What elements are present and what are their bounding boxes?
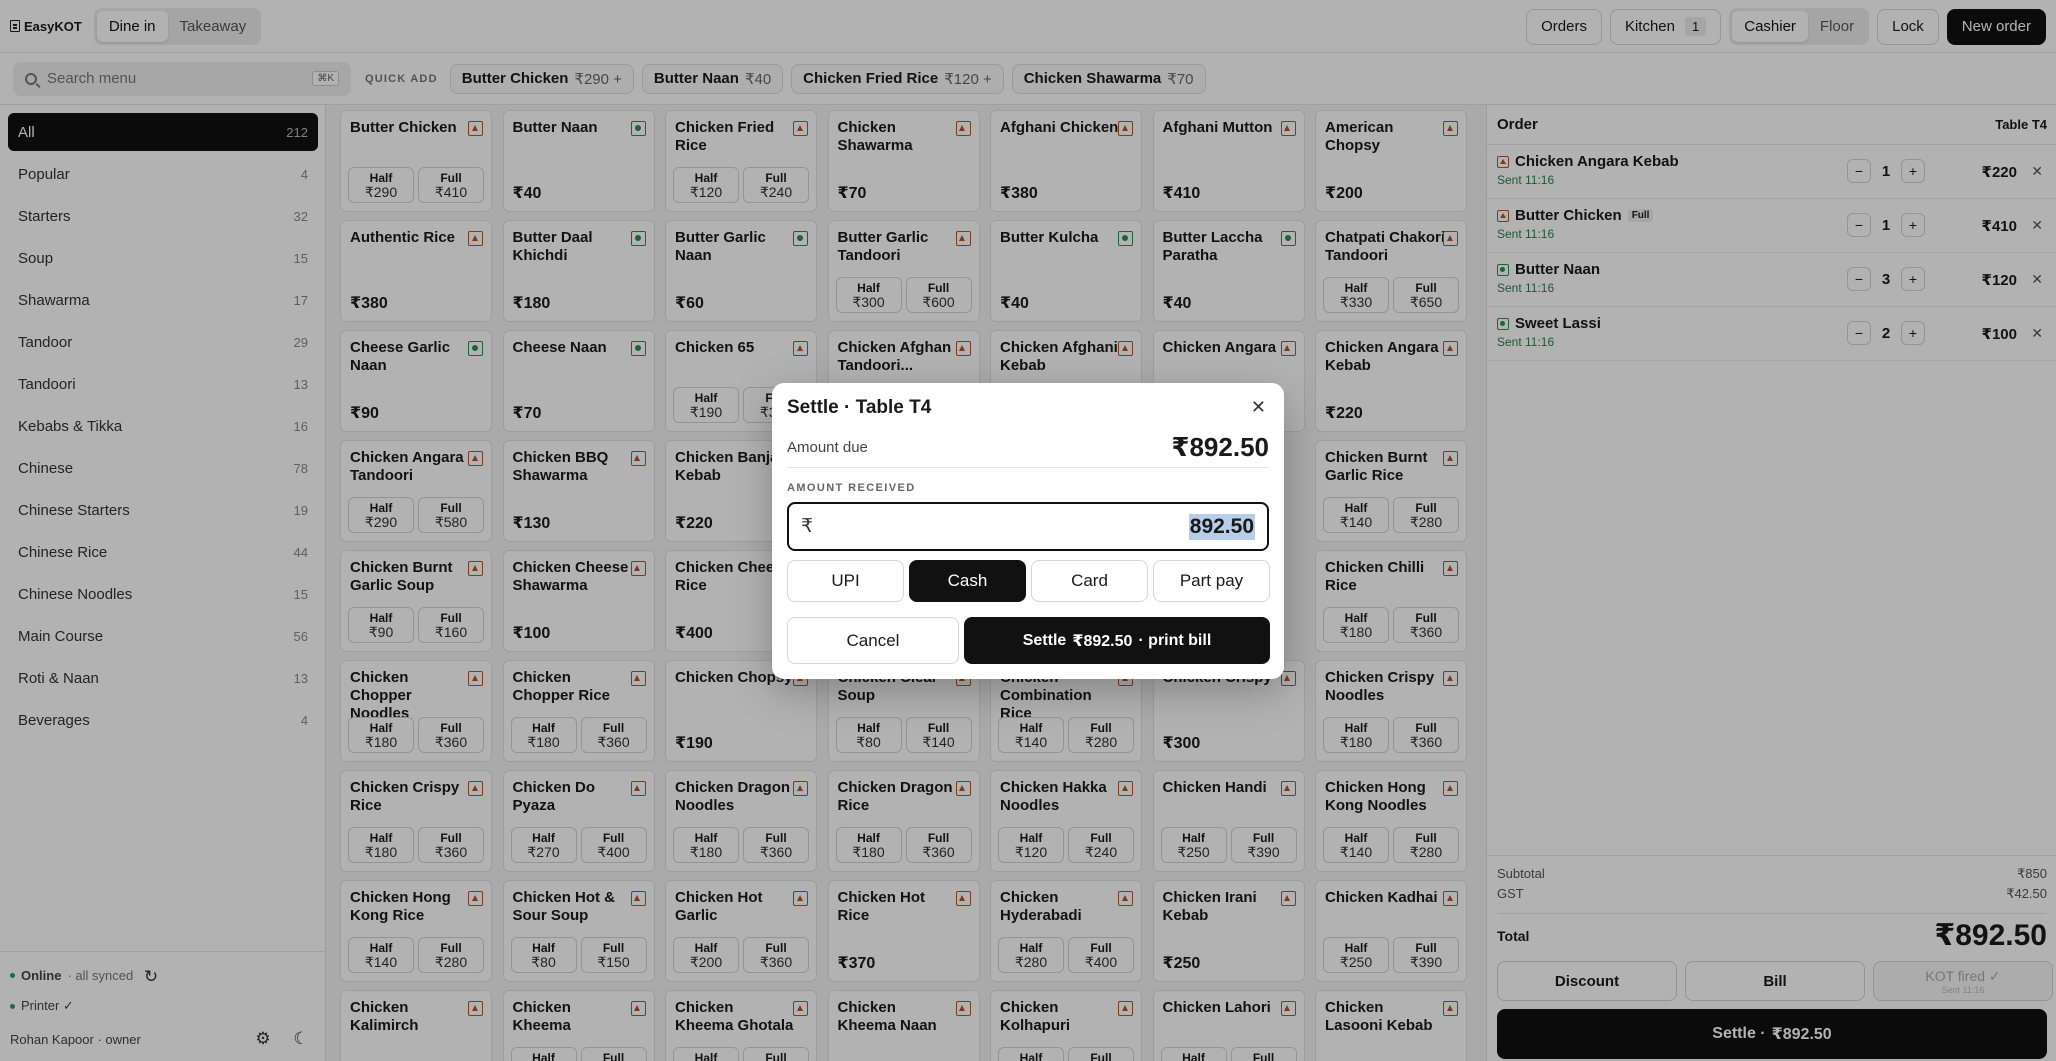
amount-due-value: ₹892.50 [1171,432,1269,462]
method-part-pay[interactable]: Part pay [1153,560,1270,602]
settle-amount: ₹892.50 [1072,632,1133,650]
amount-received-label: AMOUNT RECEIVED [787,482,916,494]
settle-print-button[interactable]: Settle ₹892.50 · print bill [964,617,1270,664]
settle-dialog: Settle · Table T4 ✕ Amount due ₹892.50 A… [772,383,1284,679]
dialog-title: Settle · Table T4 [787,397,932,418]
close-icon[interactable]: ✕ [1251,397,1266,418]
amount-received-input[interactable]: 892.50 [1188,513,1255,540]
method-upi[interactable]: UPI [787,560,904,602]
settle-suffix: · print bill [1138,631,1212,649]
amount-received-field[interactable]: ₹ 892.50 [787,502,1269,551]
rupee-icon: ₹ [801,516,814,537]
dialog-actions: Cancel Settle ₹892.50 · print bill [787,617,1270,664]
method-card[interactable]: Card [1031,560,1148,602]
amount-due-label: Amount due [787,439,868,456]
cancel-button[interactable]: Cancel [787,617,959,664]
payment-methods: UPI Cash Card Part pay [787,560,1270,602]
settle-label: Settle [1022,631,1067,649]
amount-due-row: Amount due ₹892.50 [787,428,1269,468]
method-cash[interactable]: Cash [909,560,1026,602]
